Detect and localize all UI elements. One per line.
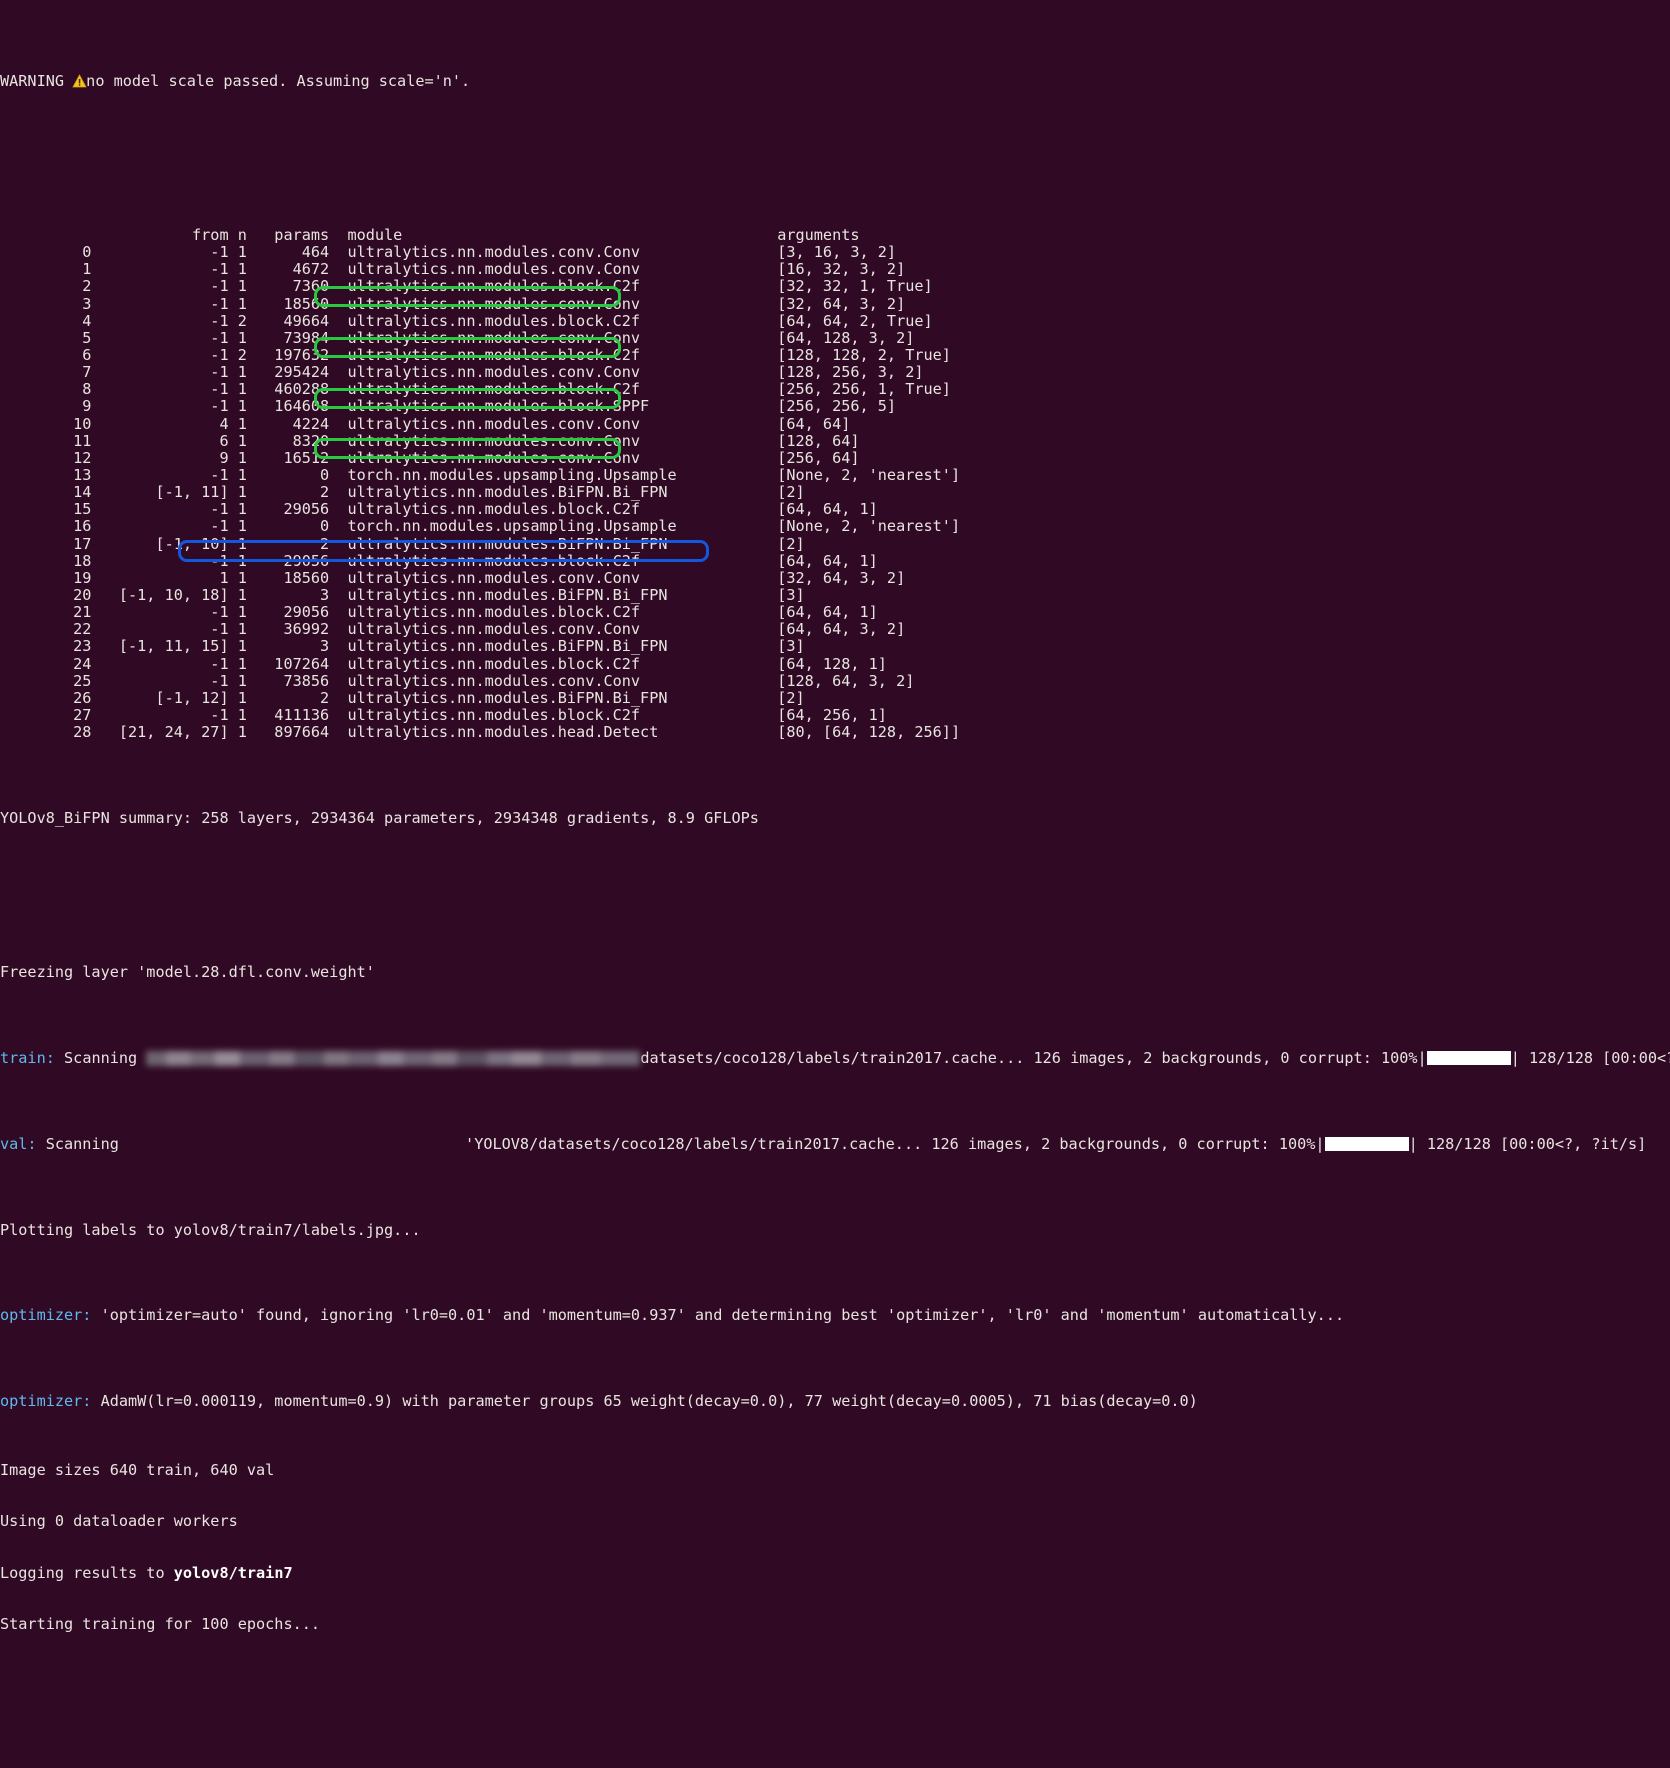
optimizer-auto-line: optimizer: 'optimizer=auto' found, ignor… xyxy=(0,1307,1670,1324)
train-scanning-line: train: Scanning datasets/coco128/labels/… xyxy=(0,1048,1670,1067)
model-table-row: 1 -1 1 4672 ultralytics.nn.modules.conv.… xyxy=(0,260,906,279)
model-table-row: 7 -1 1 295424 ultralytics.nn.modules.con… xyxy=(0,363,924,382)
summary-value: 258 layers, 2934364 parameters, 2934348 … xyxy=(201,808,759,827)
model-table-header: from n params module arguments xyxy=(0,226,860,244)
model-table-row: 24 -1 1 107264 ultralytics.nn.modules.bl… xyxy=(0,654,887,673)
redacted-path-val xyxy=(128,1137,465,1152)
model-table-row: 8 -1 1 460288 ultralytics.nn.modules.blo… xyxy=(0,380,951,399)
val-path: YOLOV8/datasets/coco128/labels/train2017… xyxy=(474,1134,1325,1153)
model-table-row: 9 -1 1 164608 ultralytics.nn.modules.blo… xyxy=(0,397,897,416)
model-table-row: 19 1 1 18560 ultralytics.nn.modules.conv… xyxy=(0,568,906,587)
starting-training-line: Starting training for 100 epochs... xyxy=(0,1615,321,1634)
warning-label: WARNING xyxy=(0,71,65,90)
optimizer-adamw-line: optimizer: AdamW(lr=0.000119, momentum=0… xyxy=(0,1392,1670,1411)
model-table-row: 15 -1 1 29056 ultralytics.nn.modules.blo… xyxy=(0,500,878,519)
model-table-row: 17 [-1, 10] 1 2 ultralytics.nn.modules.B… xyxy=(0,534,805,553)
model-table-row: 12 9 1 16512 ultralytics.nn.modules.conv… xyxy=(0,448,860,467)
train-action: Scanning xyxy=(64,1048,138,1067)
model-table-row: 22 -1 1 36992 ultralytics.nn.modules.con… xyxy=(0,620,906,639)
model-table-row: 3 -1 1 18560 ultralytics.nn.modules.conv… xyxy=(0,294,906,313)
val-progress-bar xyxy=(1324,1136,1409,1151)
val-scanning-line: val: Scanning 'YOLOV8/datasets/coco128/l… xyxy=(0,1134,1647,1153)
train-bar-tail: | 128/128 [00:00<?, ?it/s] xyxy=(1510,1048,1670,1067)
model-table-row: 6 -1 2 197632 ultralytics.nn.modules.blo… xyxy=(0,345,951,364)
model-table-row: 13 -1 1 0 torch.nn.modules.upsampling.Up… xyxy=(0,465,961,484)
model-table-row: 23 [-1, 11, 15] 1 3 ultralytics.nn.modul… xyxy=(0,637,805,656)
redacted-path-train xyxy=(146,1050,641,1066)
val-action: Scanning xyxy=(45,1134,119,1153)
summary-prefix: YOLOv8_BiFPN summary: xyxy=(0,808,193,827)
warning-line: WARNING no model scale passed. Assuming … xyxy=(0,71,1670,90)
model-table-row: 27 -1 1 411136 ultralytics.nn.modules.bl… xyxy=(0,705,887,724)
terminal-window: WARNING no model scale passed. Assuming … xyxy=(0,0,1670,1633)
warning-triangle-icon xyxy=(72,73,87,88)
optimizer-auto-text: 'optimizer=auto' found, ignoring 'lr0=0.… xyxy=(91,1306,1345,1325)
optimizer-label-2: optimizer: xyxy=(0,1392,92,1411)
model-table-row: 28 [21, 24, 27] 1 897664 ultralytics.nn.… xyxy=(0,723,961,742)
logging-prefix: Logging results to xyxy=(0,1563,174,1582)
model-table-row: 0 -1 1 464 ultralytics.nn.modules.conv.C… xyxy=(0,243,897,262)
train-path: datasets/coco128/labels/train2017.cache.… xyxy=(640,1048,1427,1067)
train-progress-bar xyxy=(1426,1050,1511,1065)
optimizer-adamw-text: AdamW(lr=0.000119, momentum=0.9) with pa… xyxy=(91,1392,1198,1411)
logging-dir: yolov8/train7 xyxy=(173,1563,293,1582)
val-bar-tail: | 128/128 [00:00<?, ?it/s] xyxy=(1408,1134,1647,1153)
model-table-row: 10 4 1 4224 ultralytics.nn.modules.conv.… xyxy=(0,414,851,433)
model-table-row: 11 6 1 8320 ultralytics.nn.modules.conv.… xyxy=(0,431,860,450)
warning-text: no model scale passed. Assuming scale='n… xyxy=(86,71,471,90)
optimizer-label-1: optimizer: xyxy=(0,1306,92,1325)
model-summary-table: from n params module arguments 0 -1 1 46… xyxy=(0,226,1670,742)
model-table-row: 25 -1 1 73856 ultralytics.nn.modules.con… xyxy=(0,671,915,690)
dataloader-workers-line: Using 0 dataloader workers xyxy=(0,1512,238,1531)
model-table-row: 4 -1 2 49664 ultralytics.nn.modules.bloc… xyxy=(0,311,933,330)
freezing-layer-line: Freezing layer 'model.28.dfl.conv.weight… xyxy=(0,963,375,982)
model-table-row: 20 [-1, 10, 18] 1 3 ultralytics.nn.modul… xyxy=(0,585,805,604)
train-label: train: xyxy=(0,1048,55,1067)
model-table-row: 2 -1 1 7360 ultralytics.nn.modules.block… xyxy=(0,277,933,296)
model-table-row: 5 -1 1 73984 ultralytics.nn.modules.conv… xyxy=(0,328,915,347)
model-table-row: 14 [-1, 11] 1 2 ultralytics.nn.modules.B… xyxy=(0,483,805,502)
model-table-row: 18 -1 1 29056 ultralytics.nn.modules.blo… xyxy=(0,551,878,570)
image-sizes-line: Image sizes 640 train, 640 val xyxy=(0,1460,275,1479)
model-summary-line: YOLOv8_BiFPN summary: 258 layers, 293436… xyxy=(0,808,1670,827)
logging-results-line: Logging results to yolov8/train7 xyxy=(0,1563,1670,1582)
model-table-row: 16 -1 1 0 torch.nn.modules.upsampling.Up… xyxy=(0,517,961,536)
val-label: val: xyxy=(0,1134,37,1153)
plotting-labels-line: Plotting labels to yolov8/train7/labels.… xyxy=(0,1220,421,1239)
model-table-row: 21 -1 1 29056 ultralytics.nn.modules.blo… xyxy=(0,603,878,622)
model-table-row: 26 [-1, 12] 1 2 ultralytics.nn.modules.B… xyxy=(0,688,805,707)
